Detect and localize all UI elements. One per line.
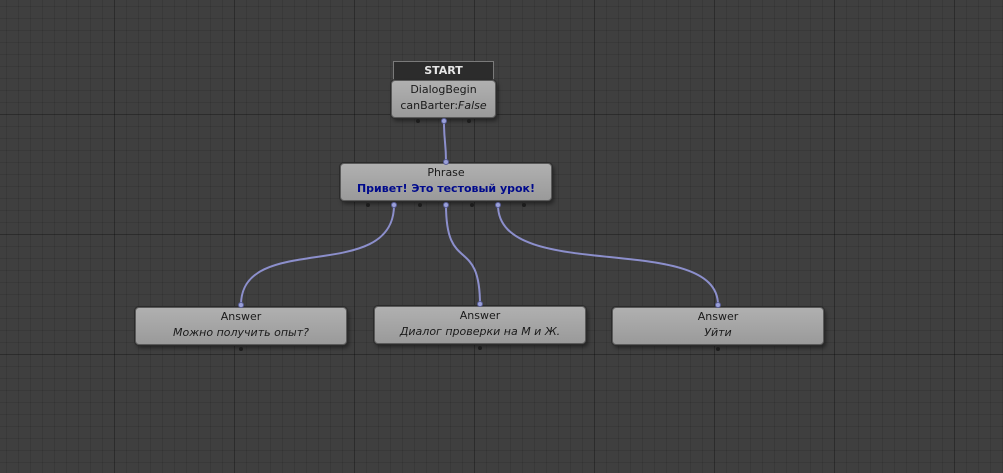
input-port[interactable]	[477, 301, 483, 307]
input-port[interactable]	[238, 302, 244, 308]
node-parameter: canBarter:False	[392, 99, 495, 113]
parameter-value: False	[458, 99, 487, 112]
output-port[interactable]	[418, 203, 422, 207]
answer-node-2[interactable]: Answer Диалог проверки на М и Ж.	[374, 306, 586, 344]
parameter-label: canBarter:	[400, 99, 459, 112]
output-port-connected[interactable]	[443, 202, 449, 208]
output-port[interactable]	[470, 203, 474, 207]
connection-phrase-answer-2	[445, 204, 481, 306]
node-title: DialogBegin	[410, 83, 477, 96]
node-graph-canvas[interactable]: START DialogBegin canBarter:False Phrase…	[0, 0, 1003, 473]
input-port[interactable]	[443, 159, 449, 165]
answer-text: Диалог проверки на М и Ж.	[399, 325, 561, 338]
output-port[interactable]	[366, 203, 370, 207]
answer-text: Можно получить опыт?	[173, 326, 309, 339]
output-port[interactable]	[239, 347, 243, 351]
phrase-text: Привет! Это тестовый урок!	[356, 182, 536, 195]
output-port[interactable]	[467, 119, 471, 123]
node-title: Answer	[459, 309, 501, 322]
node-title: Phrase	[427, 166, 465, 179]
connection-layer	[240, 121, 719, 306]
connection-phrase-answer-1	[240, 204, 395, 306]
start-label: START	[393, 61, 494, 80]
phrase-node[interactable]: Phrase Привет! Это тестовый урок!	[340, 163, 552, 201]
connection-dialogbegin-phrase	[443, 121, 447, 163]
output-port[interactable]	[716, 347, 720, 351]
output-port-connected[interactable]	[495, 202, 501, 208]
answer-text: Уйти	[704, 326, 732, 339]
connection-phrase-answer-3	[497, 204, 719, 306]
dialog-begin-node[interactable]: DialogBegin canBarter:False	[391, 80, 496, 118]
output-port[interactable]	[522, 203, 526, 207]
node-title: Answer	[697, 310, 739, 323]
output-port[interactable]	[478, 346, 482, 350]
output-port-connected[interactable]	[441, 118, 447, 124]
output-port[interactable]	[416, 119, 420, 123]
input-port[interactable]	[715, 302, 721, 308]
output-port-connected[interactable]	[391, 202, 397, 208]
node-title: Answer	[220, 310, 262, 323]
answer-node-3[interactable]: Answer Уйти	[612, 307, 824, 345]
answer-node-1[interactable]: Answer Можно получить опыт?	[135, 307, 347, 345]
